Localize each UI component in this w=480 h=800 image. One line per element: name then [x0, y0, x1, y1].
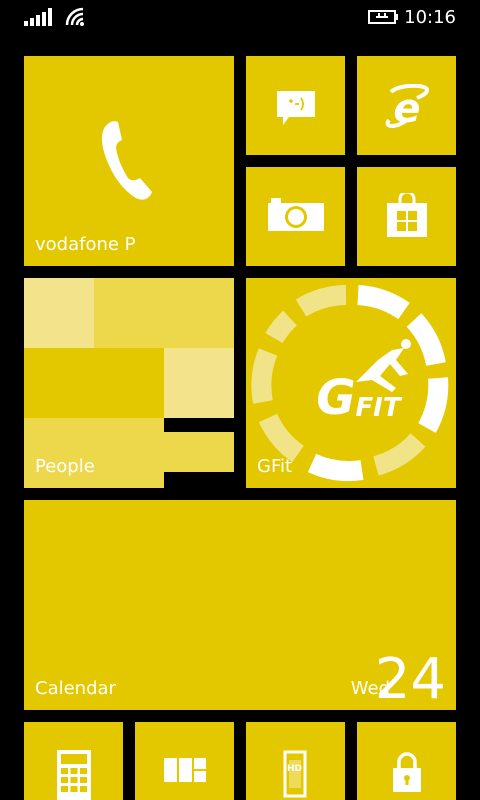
svg-text:G: G	[316, 370, 355, 426]
hd-phone-icon	[283, 750, 307, 798]
people-photo	[94, 278, 234, 348]
office-icon	[164, 758, 206, 782]
calendar-date: 24	[374, 647, 446, 710]
svg-text:FIT: FIT	[355, 393, 402, 423]
clock: 10:16	[404, 7, 456, 28]
tile-people[interactable]: People	[24, 278, 234, 488]
tile-label: People	[35, 456, 95, 477]
tile-gfit[interactable]: G FIT GFit	[246, 278, 456, 488]
tile-label: GFit	[257, 456, 293, 477]
tile-office[interactable]	[135, 722, 234, 800]
tile-store[interactable]	[357, 167, 456, 266]
people-photo	[164, 432, 234, 472]
tile-messaging[interactable]	[246, 56, 345, 155]
battery-charging-icon	[368, 10, 398, 24]
tile-label: Calendar	[35, 678, 116, 699]
camera-icon	[268, 198, 324, 231]
phone-icon	[101, 121, 152, 200]
signal-bars-icon	[24, 8, 52, 26]
people-photo	[24, 348, 164, 418]
tile-label: vodafone P	[35, 234, 136, 255]
people-photo	[24, 418, 164, 488]
tile-calendar[interactable]: Calendar Wed 24	[24, 500, 456, 710]
status-bar: 10:16	[0, 0, 480, 36]
calculator-icon	[57, 750, 91, 800]
store-icon	[387, 193, 427, 237]
tile-calculator[interactable]	[24, 722, 123, 800]
messaging-icon	[277, 91, 315, 125]
people-photo	[24, 278, 94, 348]
hd-badge: HD	[287, 764, 303, 774]
lock-icon	[393, 752, 421, 792]
people-photo	[164, 348, 234, 418]
tile-hd-app[interactable]: HD	[246, 722, 345, 800]
tile-internet-explorer[interactable]: e	[357, 56, 456, 155]
internet-explorer-icon: e	[385, 84, 430, 128]
tile-phone[interactable]: vodafone P	[24, 56, 234, 266]
tile-lock[interactable]	[357, 722, 456, 800]
tile-camera[interactable]	[246, 167, 345, 266]
wifi-icon	[65, 7, 84, 26]
